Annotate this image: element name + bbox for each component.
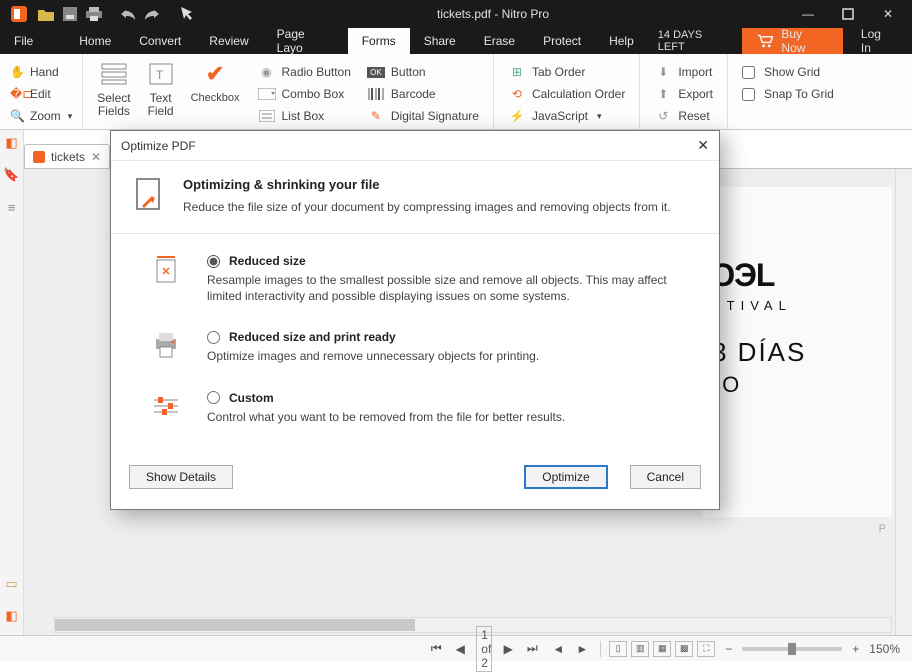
- view-modes: ▯ ▥ ▦ ▩ ⛶: [600, 641, 715, 657]
- opt-custom-icon: [151, 391, 181, 421]
- opt-custom-label[interactable]: Custom: [229, 391, 274, 405]
- view-cont-icon[interactable]: ▥: [631, 641, 649, 657]
- next-page-icon[interactable]: ▶: [500, 642, 516, 656]
- opt-reduced-label[interactable]: Reduced size: [229, 254, 306, 268]
- page-indicator[interactable]: 1 of 2: [476, 626, 492, 672]
- dialog-overlay: Optimize PDF ✕ Optimizing & shrinking yo…: [0, 0, 912, 661]
- optimize-dialog: Optimize PDF ✕ Optimizing & shrinking yo…: [110, 130, 720, 510]
- opt-print-icon: [151, 330, 181, 360]
- view-single-icon[interactable]: ▯: [609, 641, 627, 657]
- dialog-subheading: Reduce the file size of your document by…: [183, 200, 671, 214]
- dialog-titlebar[interactable]: Optimize PDF ✕: [111, 131, 719, 161]
- view-contfacing-icon[interactable]: ▩: [675, 641, 693, 657]
- prev-page-icon[interactable]: ◀: [452, 642, 468, 656]
- view-facing-icon[interactable]: ▦: [653, 641, 671, 657]
- zoom-level[interactable]: 150%: [869, 642, 900, 656]
- zoom-slider[interactable]: [742, 647, 842, 651]
- opt-reduced-radio[interactable]: [207, 255, 220, 268]
- dialog-close-icon[interactable]: ✕: [697, 137, 709, 154]
- opt-custom-desc: Control what you want to be removed from…: [207, 409, 691, 425]
- opt-print-desc: Optimize images and remove unnecessary o…: [207, 348, 691, 364]
- first-page-icon[interactable]: ⏮: [428, 641, 444, 656]
- nav-fwd-icon[interactable]: ►: [574, 642, 590, 656]
- view-full-icon[interactable]: ⛶: [697, 641, 715, 657]
- zoom-in-icon[interactable]: +: [852, 642, 859, 656]
- dialog-title: Optimize PDF: [121, 139, 196, 153]
- opt-custom-radio[interactable]: [207, 391, 220, 404]
- opt-print-radio[interactable]: [207, 331, 220, 344]
- opt-reduced-desc: Resample images to the smallest possible…: [207, 272, 691, 304]
- dialog-heading: Optimizing & shrinking your file: [183, 177, 671, 192]
- opt-print-label[interactable]: Reduced size and print ready: [229, 330, 396, 344]
- page-nav: ⏮ ◀ 1 of 2 ▶ ⏭: [428, 626, 540, 672]
- optimize-icon: [129, 177, 167, 215]
- status-bar: ⏮ ◀ 1 of 2 ▶ ⏭ ◄ ► ▯ ▥ ▦ ▩ ⛶ − + 150%: [0, 635, 912, 661]
- last-page-icon[interactable]: ⏭: [524, 641, 540, 656]
- opt-reduced-icon: [151, 254, 181, 284]
- zoom-out-icon[interactable]: −: [725, 642, 732, 656]
- optimize-button[interactable]: Optimize: [524, 465, 607, 489]
- nav-back-icon[interactable]: ◄: [550, 642, 566, 656]
- show-details-button[interactable]: Show Details: [129, 465, 233, 489]
- cancel-button[interactable]: Cancel: [630, 465, 701, 489]
